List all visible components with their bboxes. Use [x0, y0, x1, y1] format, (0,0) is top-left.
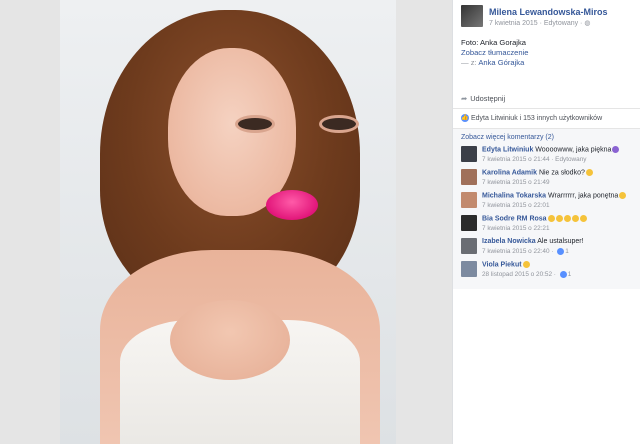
comment-author[interactable]: Bia Sodre RM Rosa — [482, 215, 547, 222]
comment-author[interactable]: Edyta Litwiniuk — [482, 146, 533, 153]
tagged-person-link[interactable]: Anka Górajka — [478, 58, 524, 67]
photo-eye-left — [238, 118, 272, 130]
comment-author[interactable]: Viola Piekut — [482, 261, 522, 268]
comment-text: Izabela Nowicka Ale ustalsuper! — [482, 238, 584, 245]
photo-viewer — [0, 0, 452, 444]
comment-body: Nie za słodko? — [538, 169, 585, 177]
comment-time-row: 7 kwietnia 2015 o 22:40 · 1 — [482, 248, 569, 255]
comment-item: Viola Piekut 28 listopad 2015 o 20:52 · … — [461, 261, 636, 283]
commenter-avatar[interactable] — [461, 215, 477, 231]
comment-body: Ale ustalsuper! — [537, 238, 584, 245]
commenter-avatar[interactable] — [461, 261, 477, 277]
commenter-avatar[interactable] — [461, 238, 477, 254]
globe-icon: ◍ — [584, 20, 591, 27]
photo-eye-right — [322, 118, 356, 130]
comment-author[interactable]: Karolina Adamik — [482, 169, 537, 176]
thumbs-up-emoji-icon — [547, 215, 555, 222]
comment-time[interactable]: 7 kwietnia 2015 o 21:44 · Edytowany — [482, 156, 586, 163]
commenter-avatar[interactable] — [461, 169, 477, 185]
comment-body: Wrarrrrrr, jaka ponętna — [548, 192, 619, 200]
post-caption: Foto: Anka Gorajka Zobacz tłumaczenie — … — [461, 38, 636, 68]
photo-lips — [266, 190, 318, 220]
heart-eyes-emoji-icon — [619, 192, 627, 199]
share-button[interactable]: ➦ Udostępnij — [461, 94, 505, 103]
comment-item: Karolina Adamik Nie za słodko? 7 kwietni… — [461, 169, 636, 191]
clap-emoji-icon — [563, 215, 571, 222]
clap-emoji-icon — [555, 215, 563, 222]
divider — [453, 108, 640, 109]
like-icon: 👍 — [461, 114, 469, 122]
comment-text: Bia Sodre RM Rosa — [482, 215, 587, 222]
comment-author[interactable]: Michalina Tokarska — [482, 192, 546, 199]
comment-time[interactable]: 7 kwietnia 2015 o 22:21 — [482, 225, 550, 232]
see-translation-link[interactable]: Zobacz tłumaczenie — [461, 48, 636, 58]
commenter-avatar[interactable] — [461, 192, 477, 208]
comment-text: Karolina Adamik Nie za słodko? — [482, 169, 593, 176]
comment-item: Edyta Litwiniuk Woooowww, jaka piękna 7 … — [461, 146, 636, 168]
post-meta: 7 kwietnia 2015 · Edytowany · ◍ — [489, 19, 590, 27]
comment-time[interactable]: 7 kwietnia 2015 o 22:40 · — [482, 248, 555, 255]
comment-like-count[interactable]: 1 — [565, 248, 569, 255]
comment-time-row: 28 listopad 2015 o 20:52 · 1 — [482, 271, 571, 278]
post-header: Milena Lewandowska-Miros 7 kwietnia 2015… — [461, 5, 636, 29]
commenter-avatar[interactable] — [461, 146, 477, 162]
share-label: Udostępnij — [470, 94, 506, 103]
likes-text: Edyta Litwiniuk i 153 innych użytkownikó… — [471, 114, 603, 122]
caption-text: Foto: Anka Gorajka — [461, 38, 527, 47]
comment-like-count[interactable]: 1 — [568, 271, 572, 278]
smile-emoji-icon — [585, 169, 593, 176]
likes-summary[interactable]: 👍 Edyta Litwiniuk i 153 innych użytkownik… — [461, 114, 602, 122]
post-sidebar: Milena Lewandowska-Miros 7 kwietnia 2015… — [452, 0, 640, 444]
comment-time[interactable]: 7 kwietnia 2015 o 21:49 — [482, 179, 550, 186]
with-prefix: — z: — [461, 58, 479, 67]
comments-section: Zobacz więcej komentarzy (2) Edyta Litwi… — [453, 129, 640, 289]
author-name[interactable]: Milena Lewandowska-Miros — [489, 7, 608, 17]
comment-item: Bia Sodre RM Rosa 7 kwietnia 2015 o 22:2… — [461, 215, 636, 237]
comment-text: Viola Piekut — [482, 261, 530, 268]
post-date[interactable]: 7 kwietnia 2015 · Edytowany · — [489, 20, 584, 27]
see-more-comments-link[interactable]: Zobacz więcej komentarzy (2) — [461, 134, 554, 141]
photo-hand — [170, 300, 290, 380]
post-photo[interactable] — [60, 0, 396, 444]
purple-heart-emoji-icon — [612, 146, 620, 153]
comment-text: Edyta Litwiniuk Woooowww, jaka piękna — [482, 146, 620, 154]
clap-emoji-icon — [579, 215, 587, 222]
comment-author[interactable]: Izabela Nowicka — [482, 238, 536, 245]
comment-body: Woooowww, jaka piękna — [535, 146, 612, 154]
comment-time[interactable]: 28 listopad 2015 o 20:52 · — [482, 271, 558, 278]
like-badge-icon — [557, 248, 565, 255]
comment-item: Izabela Nowicka Ale ustalsuper! 7 kwietn… — [461, 238, 636, 260]
clap-emoji-icon — [571, 215, 579, 222]
tagged-line: — z: Anka Górajka — [461, 58, 636, 68]
comment-item: Michalina Tokarska Wrarrrrrr, jaka ponęt… — [461, 192, 636, 214]
like-badge-icon — [559, 271, 567, 278]
comment-text: Michalina Tokarska Wrarrrrrr, jaka ponęt… — [482, 192, 627, 200]
photo-face — [168, 48, 296, 216]
share-arrow-icon: ➦ — [461, 94, 468, 103]
comment-time[interactable]: 7 kwietnia 2015 o 22:01 — [482, 202, 550, 209]
ok-hand-emoji-icon — [522, 261, 530, 268]
author-avatar[interactable] — [461, 5, 483, 27]
